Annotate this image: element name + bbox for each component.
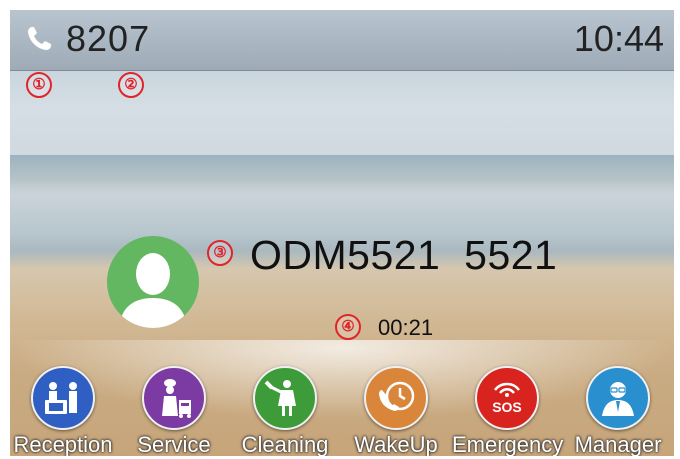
account-number: 8207 [66,18,151,59]
phone-handset-icon [27,26,52,51]
call-duration: 00:21 [378,315,434,340]
app-dock: Reception Service Cleaning WakeUp SOS Em… [10,366,674,456]
app-label: Reception [13,432,113,456]
app-cleaning[interactable]: Cleaning [230,366,340,456]
app-label: Cleaning [241,432,329,456]
manager-icon [602,382,634,416]
wakeup-call-icon [379,381,415,411]
app-service[interactable]: Service [119,366,229,456]
reception-desk-icon [45,382,77,414]
person-avatar-icon [119,253,187,328]
app-manager[interactable]: Manager [563,366,673,456]
app-label: WakeUp [354,432,438,456]
app-reception[interactable]: Reception [10,366,118,456]
app-label: Service [137,432,211,456]
background-sea [10,155,674,195]
app-emergency[interactable]: SOS Emergency [452,366,564,456]
app-label: Manager [574,432,662,456]
cleaning-maid-icon [264,380,296,416]
callout-3: ③ [207,240,233,266]
status-bar: 8207 10:44 [10,10,674,71]
sos-icon: SOS [492,382,522,415]
clock: 10:44 [573,18,664,59]
app-label: Emergency [452,432,564,456]
sos-text: SOS [492,399,522,415]
callout-2: ② [118,72,144,98]
app-wakeup[interactable]: WakeUp [341,366,451,456]
caller-name: ODM5521 5521 [250,232,558,278]
callout-4: ④ [335,314,361,340]
phone-screen: 8207 10:44 ① ② ③ ④ ODM5521 5521 00:21 Re… [10,10,674,456]
caller-avatar [107,236,199,328]
chef-service-icon [162,379,191,418]
callout-1: ① [26,72,52,98]
